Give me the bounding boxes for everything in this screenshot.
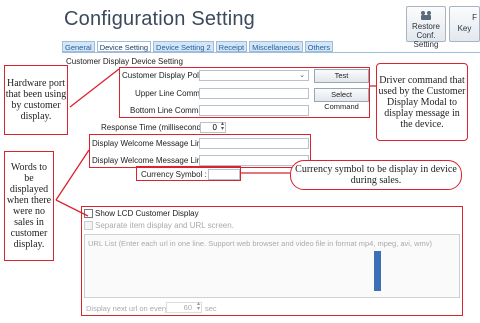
currency-callout: Currency symbol to be display in device … (290, 160, 462, 190)
words-callout: Words to be displayed when there were no… (4, 151, 54, 261)
hardware-callout: Hardware port that been using by custome… (4, 65, 68, 135)
driver-callout: Driver command that used by the Customer… (376, 63, 468, 141)
